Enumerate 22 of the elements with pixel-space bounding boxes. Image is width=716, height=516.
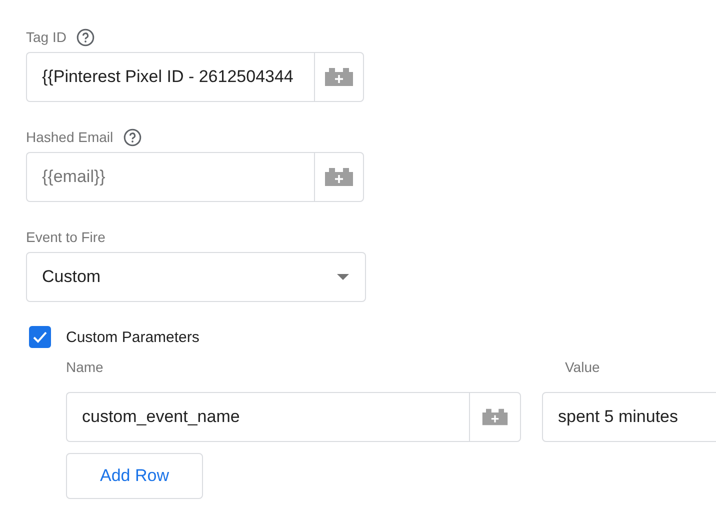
help-icon[interactable] xyxy=(76,28,96,46)
add-row-button[interactable]: Add Row xyxy=(66,453,203,499)
field-label: Hashed Email xyxy=(26,129,114,145)
brick-plus-icon xyxy=(324,67,354,87)
hashed-email-field[interactable]: {{email}} xyxy=(26,152,314,202)
tag-id-field[interactable]: {{Pinterest Pixel ID - 2612504344 xyxy=(26,52,314,102)
column-header: Value xyxy=(565,359,600,375)
field-label: Event to Fire xyxy=(26,229,106,245)
variable-button[interactable] xyxy=(314,152,364,202)
help-icon[interactable] xyxy=(123,128,142,146)
checkbox[interactable] xyxy=(29,326,51,348)
brick-plus-icon xyxy=(324,167,354,187)
variable-button[interactable] xyxy=(469,392,521,442)
field-label: Tag ID xyxy=(26,29,66,45)
event-dropdown[interactable]: Custom xyxy=(26,252,366,302)
caret-icon xyxy=(337,274,349,280)
brick-plus-icon xyxy=(481,408,509,426)
column-header: Name xyxy=(66,359,104,375)
variable-button[interactable] xyxy=(314,52,364,102)
checkbox-label: Custom Parameters xyxy=(66,328,200,346)
name-field[interactable]: custom_event_name xyxy=(66,392,469,442)
value-field[interactable]: spent 5 minutes xyxy=(542,392,716,442)
